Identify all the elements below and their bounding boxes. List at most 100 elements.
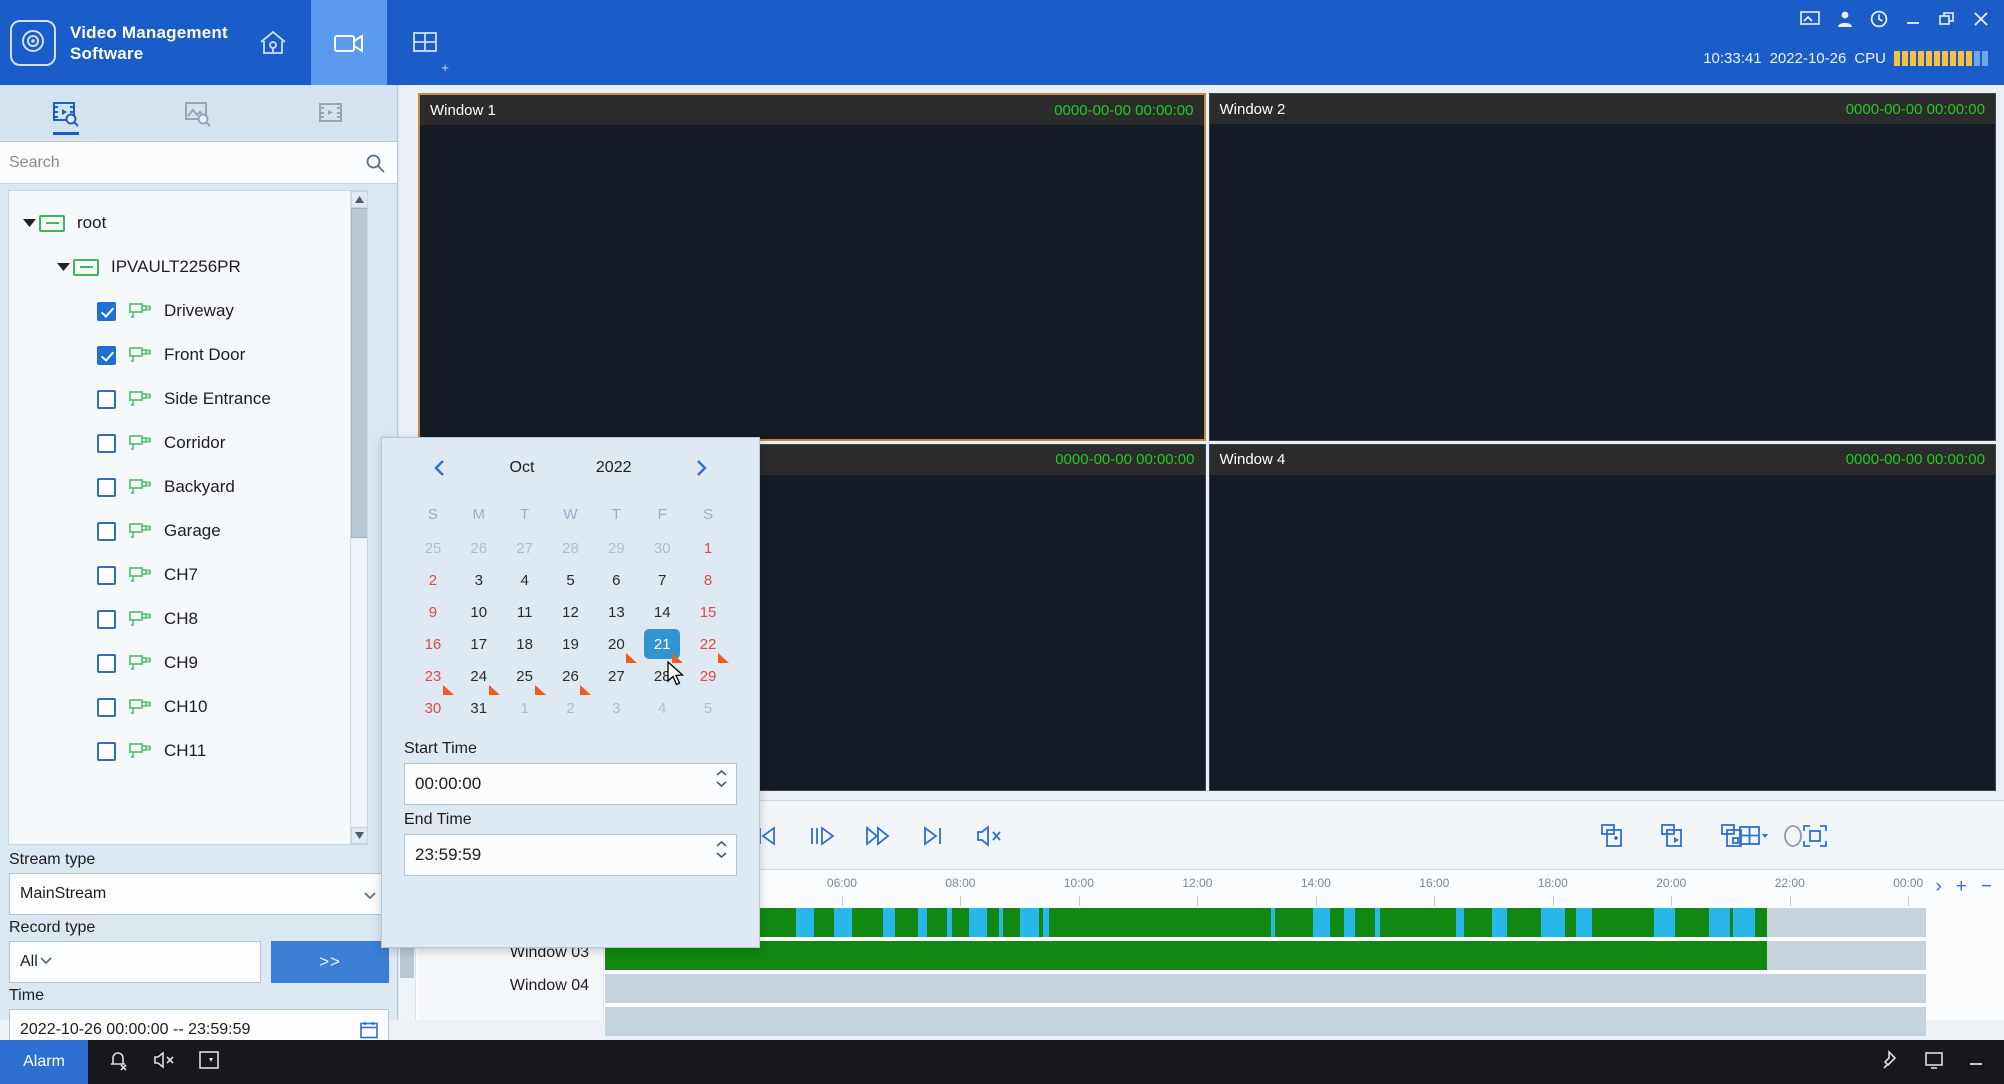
calendar-day[interactable]: 24: [456, 660, 502, 695]
nav-add-layout-button[interactable]: +: [387, 0, 463, 85]
calendar-day[interactable]: 13: [593, 596, 639, 628]
calendar-day[interactable]: 3: [593, 692, 639, 724]
alarm-off-icon[interactable]: [108, 1049, 130, 1075]
calendar-year[interactable]: 2022: [596, 459, 632, 477]
start-time-stepper[interactable]: [715, 769, 728, 788]
stream-type-select[interactable]: MainStream: [9, 873, 389, 915]
clip-play-icon[interactable]: [1659, 822, 1687, 850]
capture-icon[interactable]: [1599, 822, 1627, 850]
sound-muted-icon[interactable]: [152, 1049, 176, 1075]
calendar-day[interactable]: 15: [685, 596, 731, 628]
calendar-day[interactable]: 27: [502, 532, 548, 564]
calendar-day[interactable]: 26: [548, 660, 594, 695]
fullscreen-icon[interactable]: [1801, 823, 1829, 849]
calendar-day[interactable]: 28: [548, 532, 594, 564]
skip-forward-icon[interactable]: [920, 823, 946, 849]
calendar-day[interactable]: 10: [456, 596, 502, 628]
restore-icon[interactable]: [1938, 10, 1956, 28]
calendar-day[interactable]: 1: [685, 532, 731, 564]
tree-channel-5[interactable]: Garage: [9, 509, 367, 553]
tree-node-root[interactable]: root: [9, 201, 367, 245]
minimize-icon[interactable]: [1904, 10, 1922, 28]
channel-checkbox[interactable]: [97, 301, 116, 321]
calendar-day[interactable]: 19: [548, 628, 594, 660]
device-tree-scrollbar[interactable]: [350, 191, 367, 844]
tree-channel-6[interactable]: CH7: [9, 553, 367, 597]
nav-playback-button[interactable]: 1: [311, 0, 713, 1020]
pin-icon[interactable]: [1882, 1050, 1902, 1074]
close-icon[interactable]: [1972, 10, 1990, 28]
scroll-up-button[interactable]: [351, 191, 367, 208]
tree-channel-4[interactable]: Backyard: [9, 465, 367, 509]
tree-channel-1[interactable]: Front Door: [9, 333, 367, 377]
calendar-day[interactable]: 26: [456, 532, 502, 564]
speaker-muted-icon[interactable]: [974, 823, 1004, 849]
grid-dropdown-icon[interactable]: [1737, 823, 1771, 849]
power-icon[interactable]: [1870, 10, 1888, 28]
expand-caret-icon[interactable]: [19, 218, 39, 228]
minimize-bar-icon[interactable]: [1966, 1050, 1986, 1074]
calendar-day[interactable]: 2: [548, 692, 594, 724]
tree-channel-8[interactable]: CH9: [9, 641, 367, 685]
calendar-day[interactable]: 7: [639, 564, 685, 596]
calendar-day[interactable]: 30: [410, 692, 456, 724]
calendar-day[interactable]: 21: [639, 628, 685, 663]
calendar-day[interactable]: 23: [410, 660, 456, 695]
timeline-next-button[interactable]: ›: [1935, 876, 1941, 898]
video-cell-4[interactable]: Window 4 0000-00-00 00:00:00: [1208, 443, 1996, 791]
video-cell-2[interactable]: Window 2 0000-00-00 00:00:00: [1208, 93, 1996, 441]
tree-node-device[interactable]: IPVAULT2256PR: [9, 245, 367, 289]
channel-checkbox[interactable]: [97, 741, 116, 761]
advanced-options-button[interactable]: >>: [271, 941, 389, 983]
video-cell-1[interactable]: Window 1 0000-00-00 00:00:00: [418, 93, 1206, 441]
channel-checkbox[interactable]: [97, 477, 116, 497]
calendar-day[interactable]: 14: [639, 596, 685, 628]
tab-clip-list[interactable]: [265, 85, 397, 142]
chevron-left-icon[interactable]: [432, 459, 448, 477]
tab-picture-search[interactable]: [132, 85, 264, 142]
search-input[interactable]: [0, 153, 397, 172]
calendar-day[interactable]: 25: [410, 532, 456, 564]
end-time-stepper[interactable]: [715, 840, 728, 859]
calendar-day[interactable]: 22: [685, 628, 731, 663]
channel-checkbox[interactable]: [97, 653, 116, 673]
start-time-input[interactable]: 00:00:00: [404, 763, 737, 805]
channel-checkbox[interactable]: [97, 609, 116, 629]
scrollbar-thumb[interactable]: [351, 208, 367, 538]
tree-channel-9[interactable]: CH10: [9, 685, 367, 729]
calendar-day[interactable]: 28: [639, 660, 685, 692]
channel-checkbox[interactable]: [97, 521, 116, 541]
channel-checkbox[interactable]: [97, 433, 116, 453]
calendar-day[interactable]: 18: [502, 628, 548, 660]
timeline-zoom-out-button[interactable]: −: [1981, 876, 1992, 898]
calendar-day[interactable]: 3: [456, 564, 502, 596]
calendar-day[interactable]: 11: [502, 596, 548, 628]
alarm-tab[interactable]: Alarm: [0, 1040, 88, 1084]
expand-caret-icon[interactable]: [53, 262, 73, 272]
tree-channel-7[interactable]: CH8: [9, 597, 367, 641]
tree-channel-0[interactable]: Driveway: [9, 289, 367, 333]
calendar-day[interactable]: 5: [685, 692, 731, 724]
timeline-zoom-in-button[interactable]: +: [1956, 876, 1967, 898]
nav-home-button[interactable]: [235, 0, 311, 85]
screen-icon[interactable]: [1800, 10, 1820, 28]
search-icon[interactable]: [365, 153, 385, 177]
calendar-day[interactable]: 2: [410, 564, 456, 596]
calendar-day[interactable]: 1: [502, 692, 548, 724]
calendar-day[interactable]: 4: [639, 692, 685, 724]
calendar-day[interactable]: 16: [410, 628, 456, 660]
frame-step-icon[interactable]: [808, 823, 836, 849]
calendar-day[interactable]: 9: [410, 596, 456, 628]
calendar-day[interactable]: 29: [685, 660, 731, 692]
calendar-day[interactable]: 17: [456, 628, 502, 660]
calendar-day[interactable]: 6: [593, 564, 639, 596]
timeline-track[interactable]: [605, 941, 1926, 970]
timeline-track[interactable]: [605, 908, 1926, 937]
calendar-day[interactable]: 20: [593, 628, 639, 663]
popup-window-icon[interactable]: [198, 1049, 220, 1075]
calendar-day[interactable]: 8: [685, 564, 731, 596]
channel-checkbox[interactable]: [97, 565, 116, 585]
channel-checkbox[interactable]: [97, 697, 116, 717]
calendar-day[interactable]: 4: [502, 564, 548, 596]
timeline-track[interactable]: [605, 1007, 1926, 1036]
